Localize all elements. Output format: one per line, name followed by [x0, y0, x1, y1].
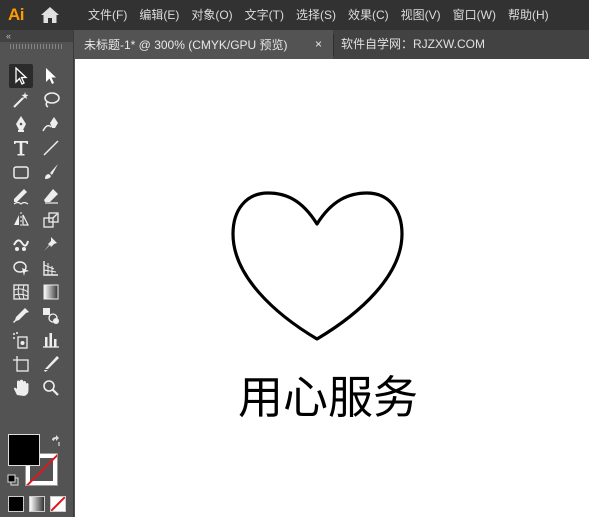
line-segment-tool-icon[interactable] — [39, 136, 63, 160]
eyedropper-tool-icon[interactable] — [9, 304, 33, 328]
mesh-tool-icon[interactable] — [9, 280, 33, 304]
tab-divider — [333, 34, 334, 56]
panel-grip-icon[interactable] — [10, 44, 64, 49]
scale-tool-icon[interactable] — [39, 208, 63, 232]
curvature-tool-icon[interactable] — [39, 112, 63, 136]
tools-panel: « — [0, 30, 74, 517]
menu-items: 文件(F) 编辑(E) 对象(O) 文字(T) 选择(S) 效果(C) 视图(V… — [80, 0, 555, 30]
pen-tool-icon[interactable] — [9, 112, 33, 136]
document-tab-label: 未标题-1* @ 300% (CMYK/GPU 预览) — [84, 38, 288, 52]
blend-tool-icon[interactable] — [39, 304, 63, 328]
app-logo: Ai — [8, 5, 25, 24]
magic-wand-tool-icon[interactable] — [9, 88, 33, 112]
eraser-tool-icon[interactable] — [39, 184, 63, 208]
menu-help[interactable]: 帮助(H) — [502, 0, 555, 30]
selection-tool-icon[interactable] — [9, 64, 33, 88]
artboard-canvas[interactable]: 用心服务 — [75, 59, 589, 517]
type-tool-icon[interactable] — [9, 136, 33, 160]
perspective-grid-tool-icon[interactable] — [39, 256, 63, 280]
home-button[interactable] — [32, 0, 68, 30]
default-colors-icon[interactable] — [7, 473, 19, 491]
rectangle-tool-icon[interactable] — [9, 160, 33, 184]
artboard-tool-icon[interactable] — [9, 352, 33, 376]
shape-builder-tool-icon[interactable] — [9, 256, 33, 280]
menu-select[interactable]: 选择(S) — [290, 0, 342, 30]
none-mode-button[interactable] — [50, 496, 66, 512]
collapse-panel-icon[interactable]: « — [6, 30, 11, 42]
column-graph-tool-icon[interactable] — [39, 328, 63, 352]
paintbrush-tool-icon[interactable] — [39, 160, 63, 184]
lasso-tool-icon[interactable] — [39, 88, 63, 112]
menu-view[interactable]: 视图(V) — [395, 0, 447, 30]
menu-type[interactable]: 文字(T) — [239, 0, 290, 30]
color-mode-button[interactable] — [8, 496, 24, 512]
menu-bar: Ai 文件(F) 编辑(E) 对象(O) 文字(T) 选择(S) 效果(C) 视… — [0, 0, 589, 30]
slice-tool-icon[interactable] — [39, 352, 63, 376]
close-icon[interactable]: × — [315, 30, 322, 59]
fill-color-swatch[interactable] — [8, 434, 40, 466]
menu-file[interactable]: 文件(F) — [80, 0, 133, 30]
watermark-site-label: 软件自学网：RJZXW.COM — [341, 37, 485, 51]
hand-tool-icon[interactable] — [9, 376, 33, 400]
menu-effect[interactable]: 效果(C) — [342, 0, 395, 30]
tab-document[interactable]: 未标题-1* @ 300% (CMYK/GPU 预览) × — [75, 30, 333, 59]
direct-selection-tool-icon[interactable] — [39, 64, 63, 88]
document-tab-bar: 未标题-1* @ 300% (CMYK/GPU 预览) × 软件自学网：RJZX… — [75, 30, 589, 59]
gradient-tool-icon[interactable] — [39, 280, 63, 304]
gradient-mode-button[interactable] — [29, 496, 45, 512]
swap-fill-stroke-icon[interactable] — [50, 434, 62, 452]
tools-panel-header[interactable]: « — [0, 30, 73, 42]
menu-object[interactable]: 对象(O) — [185, 0, 238, 30]
menu-window[interactable]: 窗口(W) — [447, 0, 502, 30]
canvas-text[interactable]: 用心服务 — [75, 368, 581, 428]
shaper-tool-icon[interactable] — [9, 184, 33, 208]
puppet-warp-tool-icon[interactable] — [9, 232, 33, 256]
home-icon — [41, 7, 59, 23]
reflect-tool-icon[interactable] — [9, 208, 33, 232]
heart-shape[interactable] — [230, 186, 406, 342]
pin-tool-icon[interactable] — [39, 232, 63, 256]
symbol-sprayer-tool-icon[interactable] — [9, 328, 33, 352]
zoom-tool-icon[interactable] — [39, 376, 63, 400]
menu-edit[interactable]: 编辑(E) — [133, 0, 185, 30]
